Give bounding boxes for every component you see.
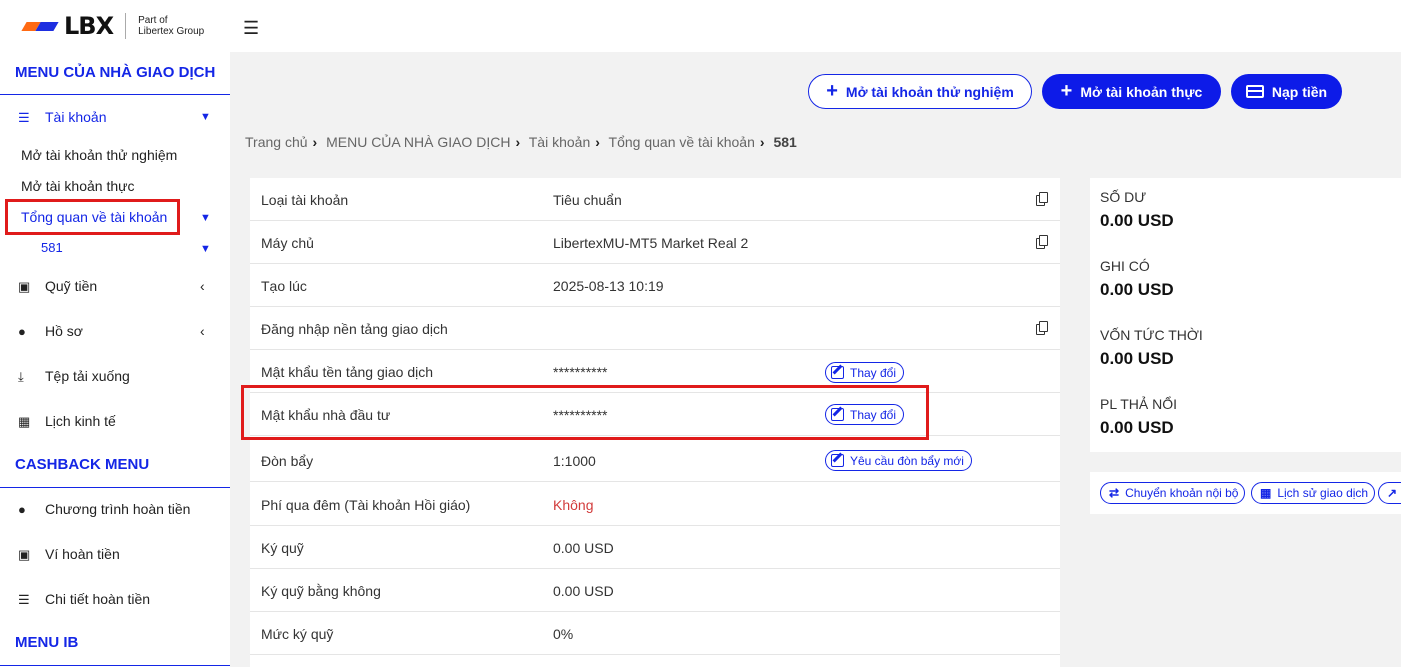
transfer-icon: ⇄ bbox=[1109, 486, 1120, 500]
logo-mark-icon bbox=[21, 19, 60, 33]
copy-icon[interactable] bbox=[1036, 321, 1048, 335]
sidebar-item-open-demo[interactable]: Mở tài khoản thử nghiệm bbox=[21, 147, 177, 163]
table-row: Ký quỹ 0.00 USD bbox=[250, 526, 1060, 569]
table-row: Tạo lúc 2025-08-13 10:19 bbox=[250, 264, 1060, 307]
table-row: Mức ký quỹ 0% bbox=[250, 612, 1060, 655]
sidebar-item-profile[interactable]: ● Hồ sơ ‹ bbox=[0, 322, 230, 340]
logo-subtitle: Part of Libertex Group bbox=[138, 15, 205, 37]
wallet-icon: ▣ bbox=[18, 547, 31, 562]
calendar-icon: ▦ bbox=[18, 414, 31, 429]
card-icon bbox=[1245, 85, 1264, 98]
chart-icon: ↗ bbox=[1387, 486, 1398, 500]
user-icon: ● bbox=[18, 324, 26, 339]
open-demo-account-button[interactable]: + Mở tài khoản thử nghiệm bbox=[808, 74, 1032, 109]
equity-label: VỐN TỨC THỜI bbox=[1100, 327, 1203, 343]
ib-menu-title: MENU IB bbox=[0, 623, 230, 666]
highlight-box bbox=[241, 385, 929, 440]
table-row: Ký quỹ bằng không 0.00 USD bbox=[250, 569, 1060, 612]
table-row: Phí qua đêm (Tài khoản Hồi giáo) Không bbox=[250, 483, 1060, 526]
sidebar-item-cashback-details[interactable]: ☰ Chi tiết hoàn tiền bbox=[0, 590, 230, 608]
equity-value: 0.00 USD bbox=[1100, 349, 1174, 368]
edit-icon bbox=[831, 454, 844, 467]
floating-pl-label: PL THẢ NỔI bbox=[1100, 396, 1178, 412]
top-bar bbox=[230, 0, 1401, 52]
table-row: Đăng nhập nền tảng giao dịch bbox=[250, 307, 1060, 350]
list-icon: ☰ bbox=[18, 110, 30, 125]
wallet-icon: ▣ bbox=[18, 279, 31, 294]
sidebar-item-cashback-wallet[interactable]: ▣ Ví hoàn tiền bbox=[0, 545, 230, 563]
credit-label: GHI CÓ bbox=[1100, 258, 1150, 274]
sidebar-item-account[interactable]: ☰ Tài khoản ▼ bbox=[0, 108, 230, 126]
table-row: Đòn bẩy 1:1000 Yêu cầu đòn bẩy mới bbox=[250, 439, 1060, 482]
chevron-down-icon: ▼ bbox=[200, 243, 211, 255]
list-icon: ☰ bbox=[18, 592, 30, 607]
sidebar: LBX Part of Libertex Group MENU CỦA NHÀ … bbox=[0, 0, 230, 667]
balance-value: 0.00 USD bbox=[1100, 211, 1174, 230]
floating-pl-value: 0.00 USD bbox=[1100, 418, 1174, 437]
breadcrumb-overview[interactable]: Tổng quan về tài khoản bbox=[609, 134, 755, 150]
table-icon: ▦ bbox=[1260, 486, 1272, 500]
trader-menu-title: MENU CỦA NHÀ GIAO DỊCH bbox=[0, 52, 230, 95]
account-actions: ⇄ Chuyển khoản nội bộ ▦ Lịch sử giao dịch … bbox=[1090, 472, 1401, 514]
logo[interactable]: LBX Part of Libertex Group bbox=[0, 0, 230, 52]
chevron-left-icon: ‹ bbox=[200, 278, 205, 294]
copy-icon[interactable] bbox=[1036, 192, 1048, 206]
breadcrumb-home[interactable]: Trang chủ bbox=[245, 134, 308, 150]
cashback-menu-title: CASHBACK MENU bbox=[0, 445, 230, 488]
sidebar-item-downloads[interactable]: ⤓ Tệp tải xuống bbox=[0, 367, 230, 385]
sidebar-item-funds[interactable]: ▣ Quỹ tiền ‹ bbox=[0, 277, 230, 295]
breadcrumb-current: 581 bbox=[773, 134, 797, 150]
highlight-box bbox=[5, 199, 180, 235]
logo-text: LBX bbox=[64, 12, 114, 40]
internal-transfer-button[interactable]: ⇄ Chuyển khoản nội bộ bbox=[1100, 482, 1246, 504]
breadcrumb-account[interactable]: Tài khoản bbox=[529, 134, 590, 150]
balance-label: SỐ DƯ bbox=[1100, 189, 1147, 205]
breadcrumb: Trang chủ › MENU CỦA NHÀ GIAO DỊCH › Tài k… bbox=[245, 134, 797, 150]
copy-icon[interactable] bbox=[1036, 235, 1048, 249]
sidebar-item-open-real[interactable]: Mở tài khoản thực bbox=[21, 178, 135, 194]
balance-card: SỐ DƯ 0.00 USD GHI CÓ 0.00 USD VỐN TỨC T… bbox=[1090, 178, 1401, 452]
hamburger-menu-icon[interactable]: ☰ bbox=[243, 18, 259, 39]
chevron-left-icon: ‹ bbox=[200, 323, 205, 339]
sidebar-item-calendar[interactable]: ▦ Lịch kinh tế bbox=[0, 412, 230, 430]
change-password-button[interactable]: Thay đổi bbox=[825, 362, 905, 383]
plus-icon: + bbox=[826, 80, 838, 102]
download-icon: ⤓ bbox=[18, 369, 24, 384]
table-row: Loại tài khoản Tiêu chuẩn bbox=[250, 178, 1060, 221]
chart-button[interactable]: ↗ bbox=[1378, 482, 1401, 504]
chevron-down-icon: ▼ bbox=[200, 111, 211, 123]
deposit-button[interactable]: Nạp tiền bbox=[1231, 74, 1342, 109]
table-row: Máy chủ LibertexMU-MT5 Market Real 2 bbox=[250, 221, 1060, 264]
credit-value: 0.00 USD bbox=[1100, 280, 1174, 299]
open-real-account-button[interactable]: + Mở tài khoản thực bbox=[1042, 74, 1221, 109]
edit-icon bbox=[831, 366, 844, 379]
chevron-down-icon: ▼ bbox=[200, 212, 211, 224]
request-leverage-button[interactable]: Yêu cầu đòn bẩy mới bbox=[825, 450, 972, 471]
sidebar-item-cashback-program[interactable]: ● Chương trình hoàn tiền bbox=[0, 500, 230, 518]
trade-history-button[interactable]: ▦ Lịch sử giao dịch bbox=[1251, 482, 1376, 504]
user-icon: ● bbox=[18, 502, 26, 517]
breadcrumb-trader-menu[interactable]: MENU CỦA NHÀ GIAO DỊCH bbox=[326, 134, 510, 150]
plus-icon: + bbox=[1060, 80, 1073, 102]
